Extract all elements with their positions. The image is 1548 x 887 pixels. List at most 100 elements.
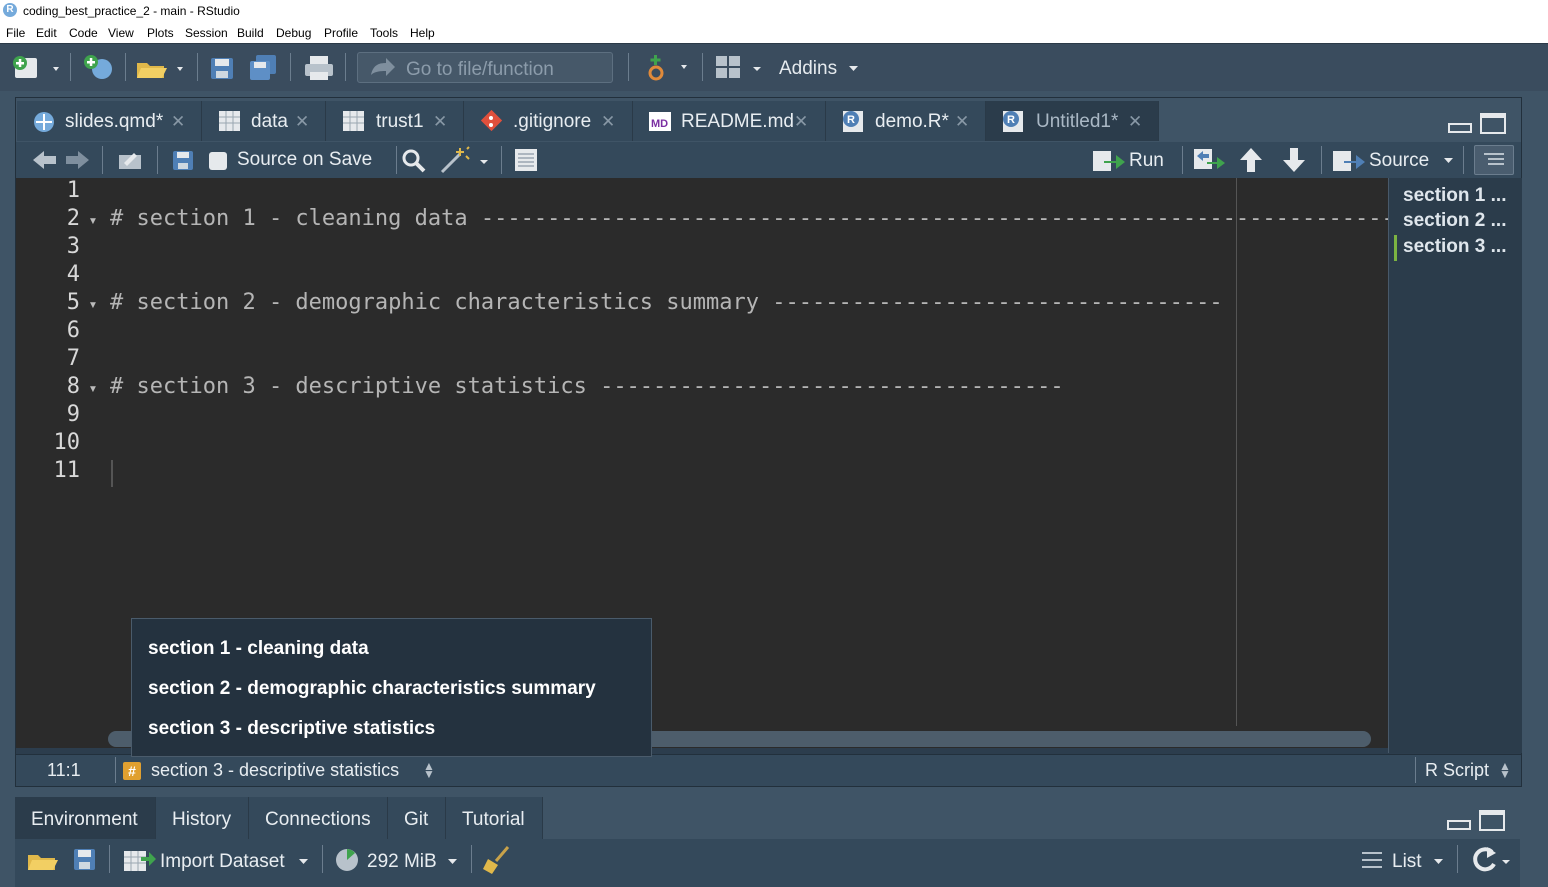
pane-minimize-maximize-icon[interactable] (1447, 809, 1507, 833)
view-mode-chevron-down-icon[interactable] (1433, 858, 1445, 866)
fold-chevron-icon[interactable]: ▼ (88, 216, 98, 227)
save-icon[interactable] (209, 56, 235, 80)
load-workspace-icon[interactable] (26, 847, 60, 873)
arrow-up-icon[interactable] (1239, 147, 1263, 173)
tab-demo-r[interactable]: R demo.R* ✕ (826, 101, 986, 141)
clear-workspace-broom-icon[interactable] (482, 845, 512, 875)
toolbar-separator (115, 757, 116, 783)
current-section-selector[interactable]: section 3 - descriptive statistics (151, 760, 399, 781)
workspace-panes-icon[interactable] (715, 55, 767, 81)
close-tab-icon[interactable]: ✕ (433, 112, 447, 132)
memory-chevron-down-icon[interactable] (447, 858, 459, 866)
menu-view[interactable]: View (108, 26, 134, 40)
import-dataset-chevron-down-icon[interactable] (298, 858, 310, 866)
pane-minimize-maximize-icon[interactable] (1448, 112, 1508, 136)
tab-history[interactable]: History (156, 797, 249, 839)
search-icon[interactable] (401, 148, 427, 174)
source-on-save-checkbox[interactable] (209, 152, 227, 170)
section-updown-icon[interactable]: ▲ ▼ (423, 760, 435, 780)
tab-untitled1[interactable]: R Untitled1* ✕ (986, 101, 1159, 141)
outline-item[interactable]: section 1 ... (1403, 185, 1506, 207)
menu-profile[interactable]: Profile (324, 26, 358, 40)
close-tab-icon[interactable]: ✕ (794, 112, 808, 132)
new-file-icon[interactable] (11, 55, 61, 81)
close-tab-icon[interactable]: ✕ (1128, 112, 1142, 132)
import-dataset-icon[interactable] (123, 847, 157, 873)
print-icon[interactable] (303, 54, 335, 82)
save-all-icon[interactable] (248, 54, 280, 82)
line-number: 1 (66, 178, 80, 203)
addins-chevron-down-icon[interactable] (848, 65, 860, 73)
memory-usage-label[interactable]: 292 MiB (367, 851, 437, 873)
arrow-down-icon[interactable] (1282, 147, 1306, 173)
rerun-previous-icon[interactable] (1193, 148, 1227, 172)
source-file-icon[interactable] (1332, 149, 1366, 173)
menu-help[interactable]: Help (410, 26, 435, 40)
file-type-selector[interactable]: R Script (1425, 760, 1489, 781)
compile-report-icon[interactable] (513, 148, 539, 172)
menu-session[interactable]: Session (185, 26, 228, 40)
tab-tutorial[interactable]: Tutorial (446, 797, 543, 839)
addins-button[interactable]: Addins (779, 58, 837, 80)
document-outline-toggle[interactable] (1474, 145, 1514, 175)
menu-edit[interactable]: Edit (36, 26, 57, 40)
run-button[interactable]: Run (1129, 150, 1164, 172)
tab-data[interactable]: data ✕ (202, 101, 326, 141)
view-mode-selector[interactable]: List (1392, 851, 1422, 873)
popup-item-section-1[interactable]: section 1 - cleaning data (148, 638, 369, 660)
menu-debug[interactable]: Debug (276, 26, 311, 40)
code-tools-wand-icon[interactable] (440, 146, 492, 174)
menu-plots[interactable]: Plots (147, 26, 174, 40)
menu-build[interactable]: Build (237, 26, 264, 40)
close-tab-icon[interactable]: ✕ (955, 112, 969, 132)
run-icon[interactable] (1092, 149, 1126, 173)
tab-gitignore[interactable]: .gitignore ✕ (464, 101, 633, 141)
fold-chevron-icon[interactable]: ▼ (88, 384, 98, 395)
file-type-updown-icon[interactable]: ▲ ▼ (1499, 760, 1511, 780)
tab-environment[interactable]: Environment (15, 797, 156, 839)
version-control-icon[interactable] (645, 53, 695, 83)
import-dataset-button[interactable]: Import Dataset (160, 851, 285, 873)
popup-item-section-3[interactable]: section 3 - descriptive statistics (148, 718, 435, 740)
close-tab-icon[interactable]: ✕ (295, 112, 309, 132)
r-script-icon: R (1003, 111, 1023, 132)
table-icon (343, 111, 364, 131)
environment-toolbar: Import Dataset 292 MiB List (15, 839, 1520, 887)
open-file-icon[interactable] (135, 55, 190, 81)
tab-connections[interactable]: Connections (249, 797, 388, 839)
menu-tools[interactable]: Tools (370, 26, 398, 40)
outline-item[interactable]: section 2 ... (1403, 210, 1506, 232)
menu-code[interactable]: Code (69, 26, 98, 40)
tab-trust1[interactable]: trust1 ✕ (326, 101, 464, 141)
back-forward-icon[interactable] (32, 149, 90, 171)
menu-bar: File Edit Code View Plots Session Build … (0, 22, 1548, 43)
refresh-icon[interactable] (1470, 846, 1514, 874)
environment-tab-bar: Environment History Connections Git Tuto… (15, 797, 1520, 839)
tab-git[interactable]: Git (388, 797, 446, 839)
outline-item[interactable]: section 3 ... (1403, 236, 1506, 258)
tab-readme-md[interactable]: MD README.md ✕ (633, 101, 826, 141)
fold-chevron-icon[interactable]: ▼ (88, 300, 98, 311)
source-chevron-down-icon[interactable] (1443, 157, 1455, 165)
go-to-file-function-input[interactable]: Go to file/function (357, 52, 613, 83)
line-number: 4 (66, 262, 80, 287)
close-tab-icon[interactable]: ✕ (171, 112, 185, 132)
tab-label: Git (404, 809, 429, 830)
editor-status-bar: 11:1 # section 3 - descriptive statistic… (16, 754, 1521, 786)
menu-file[interactable]: File (6, 26, 25, 40)
toolbar-separator (1182, 146, 1183, 174)
tab-label: trust1 (376, 111, 424, 132)
close-tab-icon[interactable]: ✕ (601, 112, 615, 132)
save-workspace-icon[interactable] (73, 848, 97, 872)
memory-usage-pie-icon[interactable] (335, 848, 359, 872)
tab-slides-qmd[interactable]: slides.qmd* ✕ (17, 101, 202, 141)
new-project-icon[interactable] (80, 53, 116, 81)
source-button[interactable]: Source (1369, 150, 1429, 172)
popup-item-section-2[interactable]: section 2 - demographic characteristics … (148, 678, 596, 700)
save-icon[interactable] (172, 150, 194, 172)
toolbar-separator (1415, 757, 1416, 783)
show-in-new-window-icon[interactable] (116, 149, 144, 171)
toolbar-separator (345, 53, 346, 81)
line-number: 9 (66, 402, 80, 427)
toolbar-separator (197, 53, 198, 81)
